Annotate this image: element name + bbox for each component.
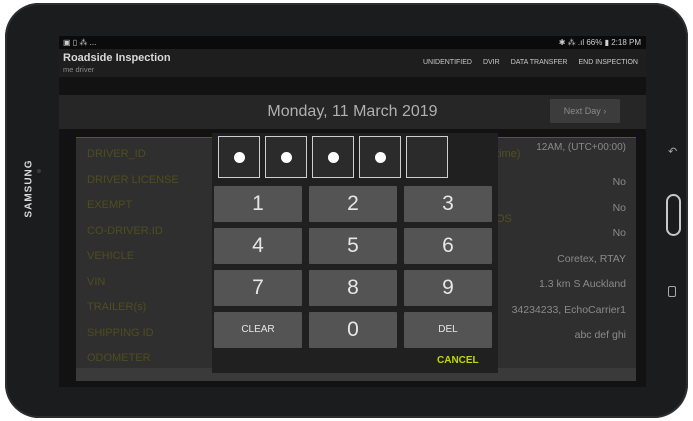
label-co-driver-id: CO-DRIVER.ID [87, 224, 163, 237]
pin-filled-dot [328, 152, 339, 163]
fragment-os: OS [496, 213, 512, 225]
device-brand: SAMSUNG [23, 159, 35, 218]
pin-digit-2 [265, 136, 307, 178]
pin-digit-5 [406, 136, 448, 178]
value-shipping: 34234233, EchoCarrier1 [511, 303, 626, 316]
label-shipping-id: SHIPPING ID [87, 326, 154, 339]
home-button[interactable] [666, 194, 681, 236]
back-button[interactable]: ↶ [668, 145, 677, 158]
pin-digit-1 [218, 136, 260, 178]
clear-button[interactable]: CLEAR [214, 312, 302, 348]
status-bar: ▣ ▯ ⁂ ... ✱ ⁂ .ıl 66% ▮ 2:18 PM [59, 36, 646, 49]
label-exempt: EXEMPT [87, 199, 133, 211]
menu-data-transfer[interactable]: DATA TRANSFER [511, 59, 568, 66]
key-8[interactable]: 8 [309, 270, 397, 306]
menu-unidentified[interactable]: UNIDENTIFIED [423, 59, 472, 66]
pin-filled-dot [375, 152, 386, 163]
value-location: 1.3 km S Auckland [539, 278, 626, 290]
recent-apps-button[interactable] [668, 286, 676, 297]
key-5[interactable]: 5 [309, 228, 397, 264]
value-exempt: No [612, 176, 626, 188]
value-vehicle: Coretex, RTAY [557, 252, 626, 265]
key-9[interactable]: 9 [404, 270, 492, 306]
label-vin: VIN [87, 275, 106, 288]
pin-digit-4 [359, 136, 401, 178]
field-labels: DRIVER_ID DRIVER LICENSE EXEMPT CO-DRIVE… [87, 148, 179, 378]
menu-end-inspection[interactable]: END INSPECTION [578, 59, 638, 66]
status-left-icons: ▣ ▯ ⁂ ... [63, 38, 97, 47]
pin-digit-3 [312, 136, 354, 178]
key-6[interactable]: 6 [404, 228, 492, 264]
pin-filled-dot [234, 152, 245, 163]
date-bar: Monday, 11 March 2019 Next Day › [59, 95, 646, 129]
tablet-frame: SAMSUNG ↶ ▣ ▯ ⁂ ... ✱ ⁂ .ıl 66% ▮ 2:18 P… [5, 3, 688, 418]
next-day-button[interactable]: Next Day › [550, 99, 620, 123]
label-driver-license: DRIVER LICENSE [87, 173, 179, 186]
key-2[interactable]: 2 [309, 186, 397, 222]
page-title: Roadside Inspection [63, 52, 171, 64]
screen: ▣ ▯ ⁂ ... ✱ ⁂ .ıl 66% ▮ 2:18 PM Roadside… [59, 36, 646, 387]
value-timezone: 12AM, (UTC+00:00) [536, 142, 626, 153]
label-vehicle: VEHICLE [87, 250, 135, 262]
pin-keypad-dialog: 1 2 3 4 5 6 7 8 9 CLEAR 0 DEL CANCEL [212, 133, 498, 373]
pin-filled-dot [281, 152, 292, 163]
key-7[interactable]: 7 [214, 270, 302, 306]
key-3[interactable]: 3 [404, 186, 492, 222]
key-0[interactable]: 0 [309, 312, 397, 348]
field-values: 12AM, (UTC+00:00) No No No Coretex, RTAY… [512, 142, 626, 355]
camera-dot [37, 169, 41, 173]
delete-button[interactable]: DEL [404, 312, 492, 348]
key-1[interactable]: 1 [214, 186, 302, 222]
status-right: ✱ ⁂ .ıl 66% ▮ 2:18 PM [558, 38, 641, 47]
label-trailers: TRAILER(s) [87, 301, 147, 313]
app-menu: UNIDENTIFIED DVIR DATA TRANSFER END INSP… [423, 59, 638, 66]
value-row4: No [612, 227, 626, 239]
app-bar: Roadside Inspection me driver UNIDENTIFI… [59, 49, 646, 77]
cancel-button[interactable]: CANCEL [437, 355, 479, 366]
key-4[interactable]: 4 [214, 228, 302, 264]
value-row3: No [612, 201, 626, 214]
menu-dvir[interactable]: DVIR [483, 59, 500, 66]
page-subtitle: me driver [63, 65, 95, 74]
value-odometer: abc def ghi [574, 329, 626, 341]
label-driver-id: DRIVER_ID [87, 148, 146, 160]
